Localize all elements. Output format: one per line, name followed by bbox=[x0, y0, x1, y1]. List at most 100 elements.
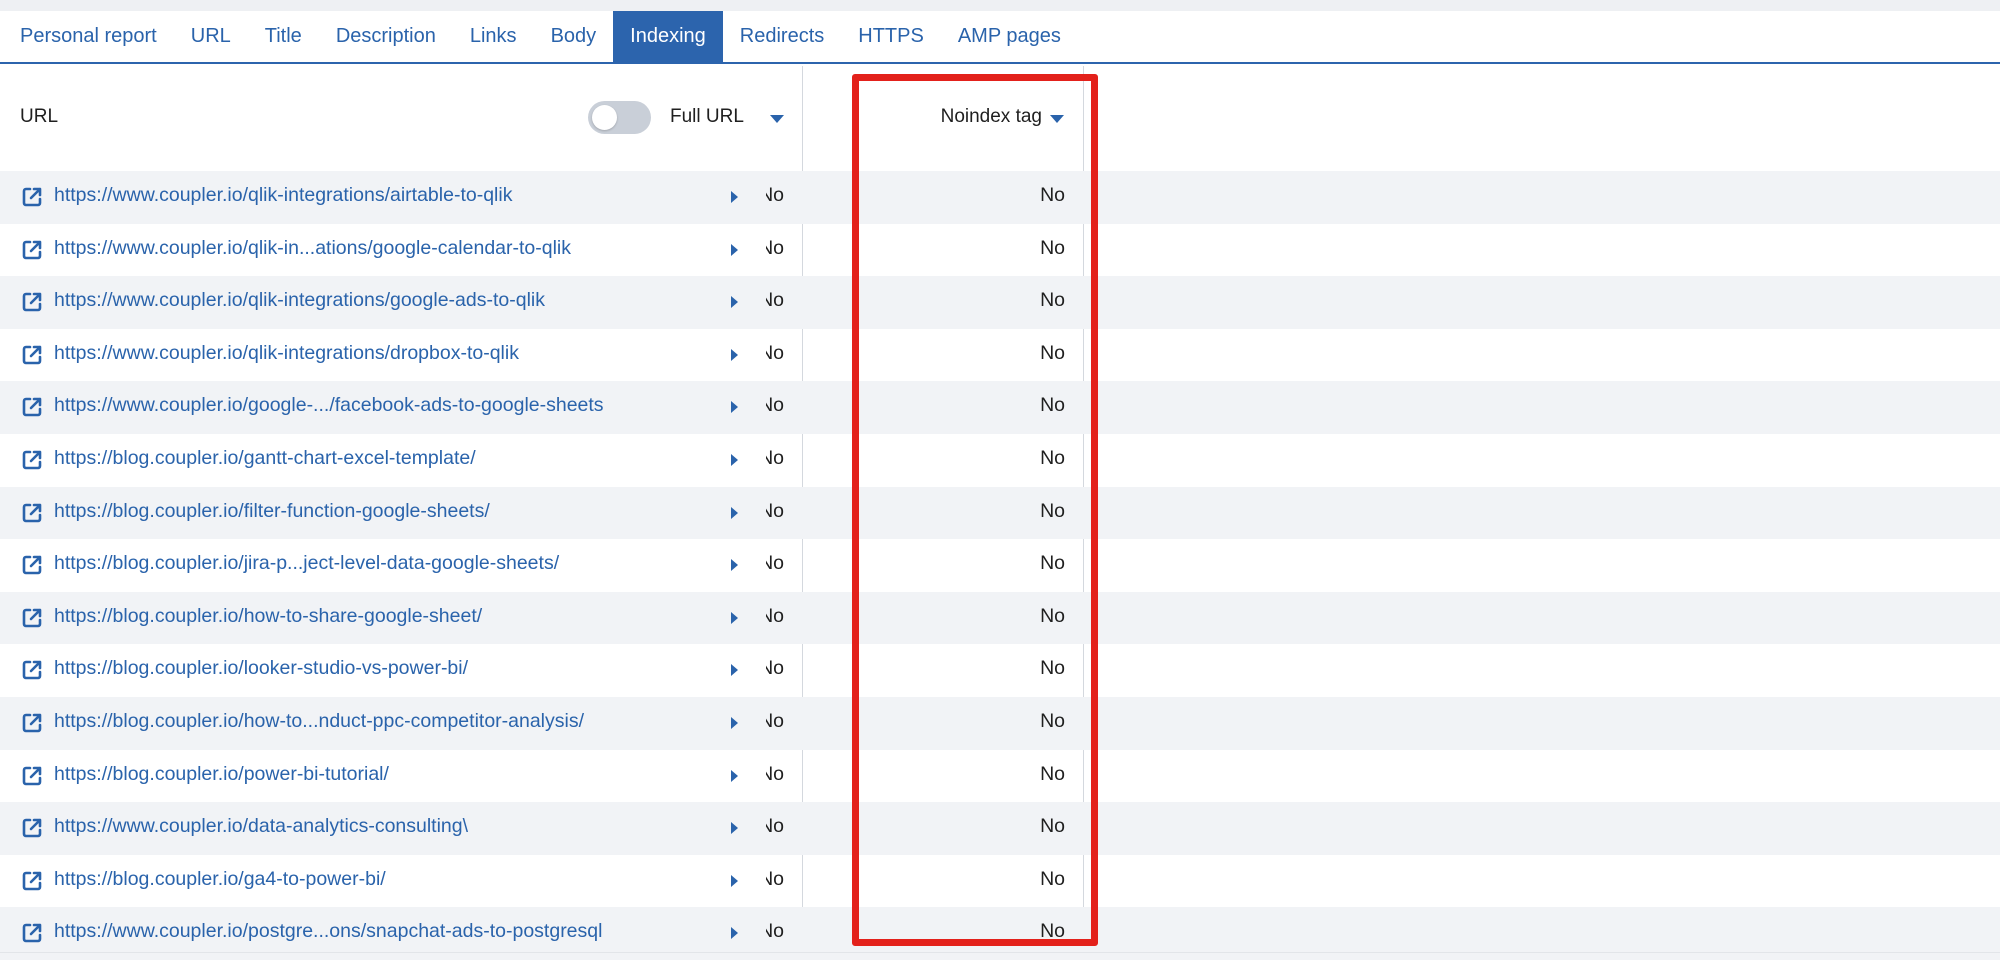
url-link[interactable]: https://blog.coupler.io/how-to...nduct-p… bbox=[54, 710, 584, 733]
hidden-column-value: No bbox=[766, 341, 784, 364]
url-link[interactable]: https://blog.coupler.io/filter-function-… bbox=[54, 500, 490, 523]
hidden-column-value: No bbox=[766, 604, 784, 627]
table-row: https://www.coupler.io/google-.../facebo… bbox=[0, 381, 2000, 434]
hidden-column-value: No bbox=[766, 920, 784, 943]
external-link-icon[interactable] bbox=[20, 185, 44, 209]
expand-arrow-icon[interactable] bbox=[731, 296, 738, 309]
tab-redirects[interactable]: Redirects bbox=[723, 11, 841, 62]
table-row: https://blog.coupler.io/gantt-chart-exce… bbox=[0, 434, 2000, 487]
tab-description[interactable]: Description bbox=[319, 11, 453, 62]
noindex-value: No bbox=[1040, 499, 1065, 522]
external-link-icon[interactable] bbox=[20, 816, 44, 840]
external-link-icon[interactable] bbox=[20, 711, 44, 735]
table-row: https://www.coupler.io/data-analytics-co… bbox=[0, 802, 2000, 855]
table-row: https://www.coupler.io/qlik-integrations… bbox=[0, 276, 2000, 329]
expand-arrow-icon[interactable] bbox=[731, 191, 738, 203]
noindex-value: No bbox=[1040, 394, 1065, 417]
external-link-icon[interactable] bbox=[20, 238, 44, 262]
external-link-icon[interactable] bbox=[20, 553, 44, 577]
toggle-knob bbox=[592, 105, 617, 130]
url-link[interactable]: https://www.coupler.io/qlik-in...ations/… bbox=[54, 237, 571, 260]
url-link[interactable]: https://www.coupler.io/postgre...ons/sna… bbox=[54, 920, 602, 943]
noindex-value: No bbox=[1040, 289, 1065, 312]
url-link[interactable]: https://www.coupler.io/qlik-integrations… bbox=[54, 342, 519, 365]
tab-links[interactable]: Links bbox=[453, 11, 534, 62]
hidden-column-value: No bbox=[766, 289, 784, 312]
expand-arrow-icon[interactable] bbox=[731, 243, 738, 256]
table-row: https://blog.coupler.io/jira-p...ject-le… bbox=[0, 539, 2000, 592]
full-url-label: Full URL bbox=[670, 106, 744, 127]
url-link[interactable]: https://blog.coupler.io/ga4-to-power-bi/ bbox=[54, 868, 386, 891]
table-row: https://blog.coupler.io/looker-studio-vs… bbox=[0, 644, 2000, 697]
expand-arrow-icon[interactable] bbox=[731, 874, 738, 887]
external-link-icon[interactable] bbox=[20, 395, 44, 419]
external-link-icon[interactable] bbox=[20, 290, 44, 314]
caret-down-icon[interactable] bbox=[1050, 115, 1064, 123]
tab-title[interactable]: Title bbox=[248, 11, 319, 62]
url-link[interactable]: https://blog.coupler.io/how-to-share-goo… bbox=[54, 605, 482, 628]
noindex-value: No bbox=[1040, 604, 1065, 627]
hidden-column-value: No bbox=[766, 762, 784, 785]
noindex-value: No bbox=[1040, 657, 1065, 680]
hidden-column-value: No bbox=[766, 447, 784, 469]
expand-arrow-icon[interactable] bbox=[731, 454, 738, 466]
noindex-column-header[interactable]: Noindex tag bbox=[941, 106, 1042, 128]
table-row: https://www.coupler.io/qlik-integrations… bbox=[0, 171, 2000, 224]
url-link[interactable]: https://www.coupler.io/qlik-integrations… bbox=[54, 184, 512, 207]
external-link-icon[interactable] bbox=[20, 606, 44, 630]
expand-arrow-icon[interactable] bbox=[731, 348, 738, 361]
expand-arrow-icon[interactable] bbox=[731, 717, 738, 729]
tab-amp-pages[interactable]: AMP pages bbox=[941, 11, 1078, 62]
expand-arrow-icon[interactable] bbox=[731, 769, 738, 782]
expand-arrow-icon[interactable] bbox=[731, 927, 738, 940]
table-row: https://blog.coupler.io/power-bi-tutoria… bbox=[0, 750, 2000, 803]
hidden-column-value: No bbox=[766, 394, 784, 417]
external-link-icon[interactable] bbox=[20, 921, 44, 945]
url-link[interactable]: https://blog.coupler.io/looker-studio-vs… bbox=[54, 657, 468, 680]
expand-arrow-icon[interactable] bbox=[731, 611, 738, 624]
table-row: https://www.coupler.io/qlik-in...ations/… bbox=[0, 224, 2000, 277]
hidden-column-value: No bbox=[766, 184, 784, 206]
hidden-column-value: No bbox=[766, 815, 784, 838]
url-column-header[interactable]: URL bbox=[20, 106, 58, 128]
noindex-value: No bbox=[1040, 341, 1065, 364]
tab-url[interactable]: URL bbox=[174, 11, 248, 62]
expand-arrow-icon[interactable] bbox=[731, 559, 738, 572]
full-url-toggle[interactable] bbox=[588, 101, 651, 134]
url-link[interactable]: https://blog.coupler.io/jira-p...ject-le… bbox=[54, 552, 559, 575]
external-link-icon[interactable] bbox=[20, 343, 44, 367]
external-link-icon[interactable] bbox=[20, 764, 44, 788]
noindex-value: No bbox=[1040, 867, 1065, 890]
external-link-icon[interactable] bbox=[20, 869, 44, 893]
external-link-icon[interactable] bbox=[20, 501, 44, 525]
url-link[interactable]: https://www.coupler.io/data-analytics-co… bbox=[54, 815, 468, 838]
tab-https[interactable]: HTTPS bbox=[841, 11, 941, 62]
table-bottom-border bbox=[0, 952, 2000, 953]
expand-arrow-icon[interactable] bbox=[731, 822, 738, 835]
hidden-column-value: No bbox=[766, 657, 784, 680]
url-link[interactable]: https://www.coupler.io/qlik-integrations… bbox=[54, 289, 545, 312]
tab-body[interactable]: Body bbox=[534, 11, 614, 62]
expand-arrow-icon[interactable] bbox=[731, 506, 738, 519]
url-link[interactable]: https://blog.coupler.io/gantt-chart-exce… bbox=[54, 447, 476, 470]
table-row: https://blog.coupler.io/ga4-to-power-bi/… bbox=[0, 855, 2000, 908]
table-row: https://www.coupler.io/qlik-integrations… bbox=[0, 329, 2000, 382]
caret-down-icon[interactable] bbox=[770, 115, 784, 123]
noindex-value: No bbox=[1040, 815, 1065, 838]
url-link[interactable]: https://blog.coupler.io/power-bi-tutoria… bbox=[54, 763, 389, 786]
top-strip bbox=[0, 0, 2000, 11]
hidden-column-value: No bbox=[766, 236, 784, 259]
url-link[interactable]: https://www.coupler.io/google-.../facebo… bbox=[54, 394, 604, 417]
expand-arrow-icon[interactable] bbox=[731, 664, 738, 677]
expand-arrow-icon[interactable] bbox=[731, 401, 738, 414]
noindex-value: No bbox=[1040, 920, 1065, 943]
external-link-icon[interactable] bbox=[20, 448, 44, 472]
tab-personal-report[interactable]: Personal report bbox=[3, 11, 174, 62]
hidden-column-value: No bbox=[766, 499, 784, 522]
noindex-value: No bbox=[1040, 710, 1065, 732]
tab-indexing[interactable]: Indexing bbox=[613, 11, 723, 62]
noindex-value: No bbox=[1040, 552, 1065, 575]
report-tabs: Personal report URL Title Description Li… bbox=[0, 11, 2000, 64]
noindex-value: No bbox=[1040, 184, 1065, 206]
external-link-icon[interactable] bbox=[20, 658, 44, 682]
